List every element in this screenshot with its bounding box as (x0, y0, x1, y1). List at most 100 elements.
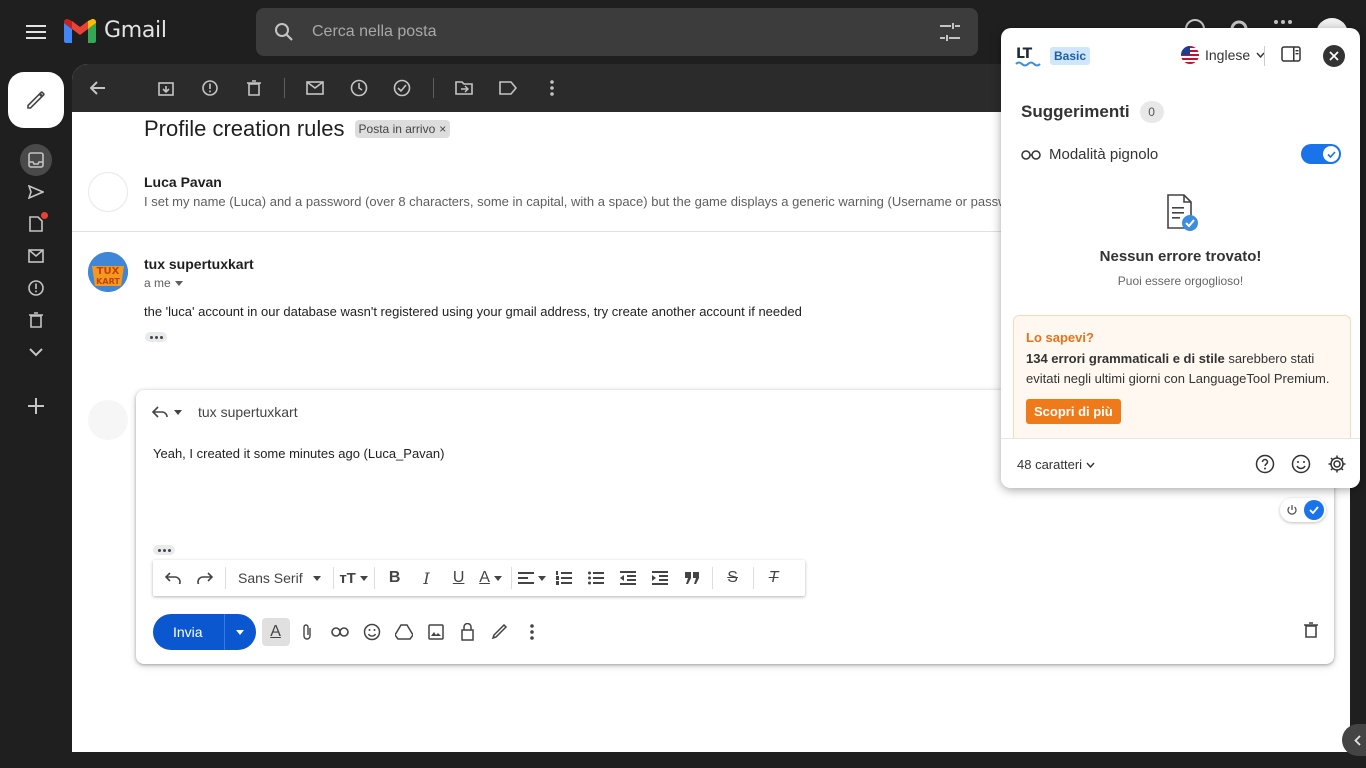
insert-photo-icon[interactable] (422, 618, 450, 646)
underline-icon[interactable]: U (444, 563, 474, 593)
language-name: Inglese (1205, 47, 1251, 63)
bulleted-list-icon[interactable] (581, 563, 611, 593)
header-divider (1264, 46, 1265, 66)
thread-subject: Profile creation rules Posta in arrivo × (144, 116, 451, 142)
gmail-m-icon (64, 18, 96, 43)
spam-icon[interactable] (20, 272, 52, 304)
chevron-down-icon (236, 629, 245, 635)
reply-icon (152, 406, 168, 418)
trash-icon[interactable] (20, 304, 52, 336)
inbox-label-chip[interactable]: Posta in arrivo × (354, 120, 451, 138)
mark-unread-icon[interactable] (299, 72, 331, 104)
toolbar-divider (225, 567, 226, 589)
help-icon[interactable] (1255, 454, 1275, 474)
power-icon[interactable] (1286, 504, 1298, 516)
main-menu-button[interactable] (16, 12, 56, 52)
move-to-icon[interactable] (448, 72, 480, 104)
check-icon[interactable] (1304, 500, 1324, 520)
font-name: Sans Serif (238, 570, 303, 586)
attach-icon[interactable] (294, 618, 322, 646)
archive-icon[interactable] (150, 72, 182, 104)
numbered-list-icon[interactable] (549, 563, 579, 593)
add-task-icon[interactable] (387, 72, 419, 104)
more-options-icon[interactable] (536, 72, 568, 104)
show-trimmed-content-button[interactable] (145, 332, 167, 342)
add-label-icon[interactable] (20, 390, 52, 422)
align-icon[interactable] (517, 563, 547, 593)
formatting-options-icon[interactable]: A (261, 618, 290, 646)
search-bar[interactable] (256, 8, 978, 56)
search-options-icon[interactable] (922, 23, 978, 41)
italic-icon[interactable]: I (412, 563, 442, 593)
formatting-toolbar: Sans Serif тT B I U A S T (153, 560, 805, 596)
side-panel-toggle[interactable] (1342, 724, 1366, 756)
all-mail-icon[interactable] (20, 240, 52, 272)
show-trimmed-content-button[interactable] (153, 545, 175, 555)
pedantic-mode-toggle[interactable] (1301, 144, 1341, 164)
reply-body-input[interactable]: Yeah, I created it some minutes ago (Luc… (153, 446, 444, 461)
quote-icon[interactable] (677, 563, 707, 593)
back-arrow-icon[interactable] (82, 72, 114, 104)
discard-draft-icon[interactable] (1304, 622, 1318, 638)
languagetool-panel: LT Basic Inglese Suggerimenti 0 Modalità… (1001, 28, 1360, 488)
remove-label-icon[interactable]: × (439, 122, 446, 136)
settings-icon[interactable] (1327, 454, 1347, 474)
suggestions-count: 0 (1139, 101, 1164, 123)
font-select[interactable]: Sans Serif (230, 570, 329, 586)
label-text: Posta in arrivo (358, 122, 436, 136)
snooze-icon[interactable] (343, 72, 375, 104)
undo-icon[interactable] (158, 563, 188, 593)
subject-title: Profile creation rules (144, 116, 345, 141)
svg-text:KART: KART (96, 277, 120, 286)
emoji-icon[interactable] (358, 618, 386, 646)
recipients[interactable]: a me (144, 276, 183, 290)
no-errors-title: Nessun errore trovato! (1099, 248, 1262, 265)
character-count: 48 caratteri (1017, 457, 1083, 472)
indent-less-icon[interactable] (613, 563, 643, 593)
gmail-logo[interactable]: Gmail (64, 18, 167, 43)
more-options-icon[interactable] (518, 618, 546, 646)
suggestions-title: Suggerimenti (1021, 102, 1130, 121)
remove-formatting-icon[interactable]: T (759, 563, 789, 593)
tip-title: Lo sapevi? (1026, 330, 1094, 345)
drafts-icon[interactable] (20, 208, 52, 240)
reply-header[interactable]: tux supertuxkart (152, 404, 298, 420)
label-icon[interactable] (492, 72, 524, 104)
character-count-selector[interactable]: 48 caratteri (1017, 457, 1095, 472)
no-errors-subtitle: Puoi essere orgoglioso! (1117, 274, 1244, 288)
search-icon[interactable] (256, 22, 312, 42)
learn-more-button[interactable]: Scopri di più (1026, 399, 1121, 424)
compose-button[interactable] (8, 72, 64, 128)
confidential-mode-icon[interactable] (454, 618, 482, 646)
send-options-button[interactable] (223, 614, 256, 650)
report-spam-icon[interactable] (194, 72, 226, 104)
sidebar-toggle-icon[interactable] (1281, 46, 1301, 62)
document-check-icon (1165, 194, 1199, 232)
signature-icon[interactable] (486, 618, 514, 646)
svg-text:LT: LT (1016, 46, 1033, 62)
inbox-icon[interactable] (20, 144, 52, 176)
tip-highlight: 134 errori grammaticali e di stile (1026, 351, 1225, 366)
text-color-icon[interactable]: A (476, 563, 506, 593)
font-size-icon[interactable]: тT (339, 563, 369, 593)
strikethrough-icon[interactable]: S (718, 563, 748, 593)
sent-icon[interactable] (20, 176, 52, 208)
avatar (88, 172, 128, 212)
delete-icon[interactable] (238, 72, 270, 104)
indent-more-icon[interactable] (645, 563, 675, 593)
drive-icon[interactable] (390, 618, 418, 646)
search-input[interactable] (312, 23, 922, 41)
feedback-smiley-icon[interactable] (1291, 454, 1311, 474)
link-icon[interactable] (326, 618, 354, 646)
redo-icon[interactable] (190, 563, 220, 593)
close-icon[interactable] (1323, 45, 1345, 67)
chevron-down-icon[interactable] (20, 336, 52, 368)
language-selector[interactable]: Inglese (1181, 46, 1265, 64)
tip-text: 134 errori grammaticali e di stile sareb… (1026, 349, 1338, 389)
send-button[interactable]: Invia (153, 614, 224, 650)
toolbar-divider (711, 567, 713, 589)
languagetool-header: LT Basic Inglese (1001, 28, 1360, 84)
bold-icon[interactable]: B (380, 563, 410, 593)
svg-text:TUX: TUX (97, 266, 120, 277)
languagetool-inline-widget[interactable] (1280, 498, 1326, 522)
